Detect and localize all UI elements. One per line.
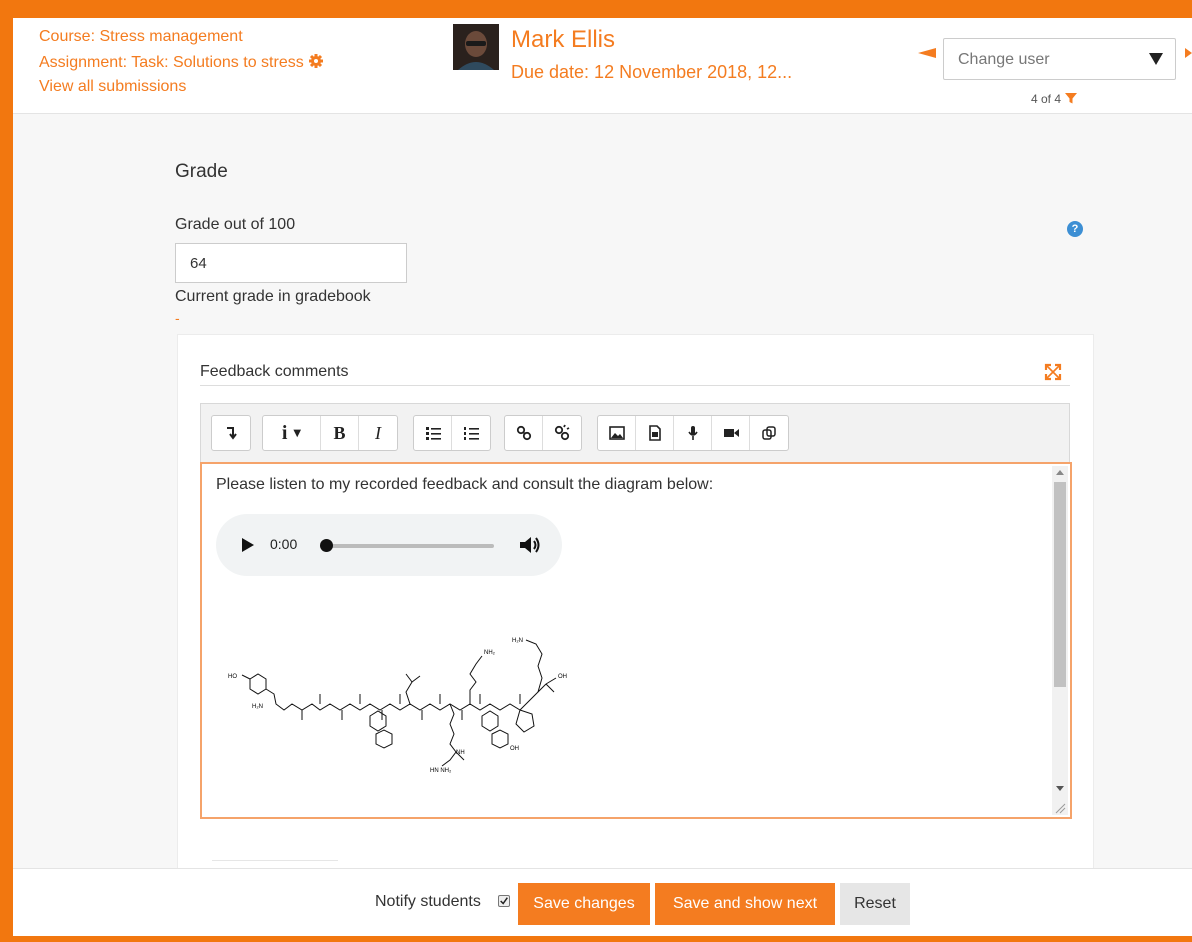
grade-input[interactable] (175, 243, 407, 283)
notify-students-checkbox[interactable] (498, 895, 510, 907)
due-date: Due date: 12 November 2018, 12... (511, 62, 793, 82)
molecule-label-nh: NH (456, 750, 465, 756)
grade-heading: Grade (175, 161, 228, 182)
user-avatar[interactable] (453, 24, 499, 70)
view-all-submissions-link[interactable]: View all submissions (39, 78, 186, 96)
editor-scrollbar[interactable] (1052, 466, 1068, 815)
audio-progress-knob[interactable] (320, 539, 333, 552)
molecule-label-h2n-left: H₂N (252, 704, 263, 710)
grading-header: Course: Stress management Assignment: Ta… (13, 18, 1192, 114)
media-icon[interactable] (636, 416, 674, 450)
current-grade-label: Current grade in gradebook (175, 288, 371, 305)
molecule-label-oh-tyr: OH (510, 746, 519, 752)
manage-files-icon[interactable] (750, 416, 788, 450)
collapse-icon[interactable] (212, 416, 250, 450)
toolbar-group-lists (413, 415, 491, 451)
filter-icon[interactable] (1064, 91, 1078, 105)
molecule-label-nh2-lys: NH₂ (484, 650, 496, 656)
resize-handle-icon[interactable] (1054, 801, 1066, 814)
italic-button[interactable]: I (359, 416, 397, 450)
volume-icon[interactable] (518, 534, 542, 556)
expand-icon[interactable] (1044, 363, 1062, 381)
feedback-comments-title: Feedback comments (200, 363, 349, 380)
grade-label: Grade out of 100 (175, 216, 296, 233)
change-user-label: Change user (958, 51, 1050, 68)
paragraph-style-button[interactable]: i ▼ (263, 416, 321, 450)
scroll-thumb[interactable] (1054, 482, 1066, 687)
user-name[interactable]: Mark Ellis (511, 26, 615, 54)
play-icon[interactable] (242, 538, 254, 552)
bold-icon: B (333, 422, 346, 443)
feedback-editor[interactable]: Please listen to my recorded feedback an… (200, 462, 1072, 819)
feedback-comments-card: Feedback comments i ▼ B I Please listen … (177, 334, 1094, 894)
toolbar-group-style: i ▼ B I (262, 415, 398, 451)
toolbar-group-links (504, 415, 582, 451)
chevron-down-icon (1149, 53, 1163, 65)
ordered-list-icon[interactable] (452, 416, 490, 450)
unlink-icon[interactable] (543, 416, 581, 450)
user-counter-text: 4 of 4 (1031, 92, 1062, 106)
audio-player: 0:00 (216, 514, 562, 576)
assignment-link-row: Assignment: Task: Solutions to stress (39, 53, 324, 72)
link-icon[interactable] (505, 416, 543, 450)
audio-progress-track[interactable] (324, 544, 494, 548)
divider (200, 385, 1070, 386)
record-video-icon[interactable] (712, 416, 750, 450)
reset-button[interactable]: Reset (840, 883, 910, 925)
next-user-arrow-icon[interactable] (1185, 48, 1192, 58)
chevron-down-icon: ▼ (293, 427, 302, 439)
unordered-list-icon[interactable] (414, 416, 452, 450)
record-audio-icon[interactable] (674, 416, 712, 450)
molecule-label-oh-acid: OH (558, 674, 567, 680)
user-counter: 4 of 4 (1031, 91, 1078, 106)
toolbar-group-collapse (211, 415, 251, 451)
divider (212, 860, 338, 861)
action-footer: Notify students Save changes Save and sh… (13, 868, 1192, 936)
info-icon: i (281, 421, 288, 444)
toolbar-group-media (597, 415, 789, 451)
previous-user-arrow-icon[interactable] (918, 48, 936, 58)
scroll-up-icon[interactable] (1056, 470, 1064, 475)
audio-time: 0:00 (270, 536, 298, 552)
current-grade-value: - (175, 310, 180, 326)
editor-text: Please listen to my recorded feedback an… (216, 476, 714, 493)
assignment-link[interactable]: Assignment: Task: Solutions to stress (39, 54, 304, 71)
editor-toolbar: i ▼ B I (200, 403, 1070, 463)
change-user-select[interactable]: Change user (943, 38, 1176, 80)
molecule-label-ho: HO (228, 674, 237, 680)
molecule-label-h2n-top: H₂N (512, 638, 523, 644)
italic-icon: I (375, 422, 381, 443)
scroll-down-icon[interactable] (1056, 786, 1064, 791)
save-changes-button[interactable]: Save changes (518, 883, 650, 925)
image-icon[interactable] (598, 416, 636, 450)
molecule-diagram: HO H₂N NH₂ H₂N OH NH HN NH₂ OH (228, 638, 567, 774)
gear-icon[interactable] (308, 53, 324, 69)
notify-students-label: Notify students (375, 893, 481, 910)
molecule-label-hn-nh2: HN NH₂ (430, 768, 452, 774)
save-and-show-next-button[interactable]: Save and show next (655, 883, 835, 925)
help-icon[interactable]: ? (1067, 221, 1083, 237)
bold-button[interactable]: B (321, 416, 359, 450)
grading-frame: Course: Stress management Assignment: Ta… (13, 18, 1192, 936)
course-link[interactable]: Course: Stress management (39, 28, 243, 46)
